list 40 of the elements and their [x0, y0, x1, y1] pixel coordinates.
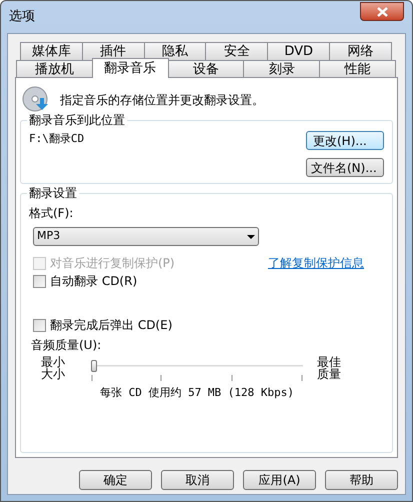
caret-icon: [247, 234, 255, 238]
tab[interactable]: 播放机: [16, 60, 93, 78]
tab[interactable]: 性能: [319, 60, 396, 78]
tab[interactable]: 媒体库: [20, 42, 83, 60]
group-title: 翻录设置: [27, 186, 79, 200]
quality-reading: 每张 CD 使用约 57 MB (128 Kbps): [98, 385, 296, 401]
max-label: 最佳 质量: [317, 356, 341, 380]
close-icon: [376, 6, 388, 16]
copy-protection-link[interactable]: 了解复制保护信息: [268, 254, 364, 272]
checkbox-label: 对音乐进行复制保护(P): [50, 255, 175, 272]
filename-button[interactable]: 文件名(N)...: [306, 158, 384, 177]
intro-text: 指定音乐的存储位置并更改翻录设置。: [60, 92, 264, 109]
cd-icon: [22, 86, 50, 114]
tab[interactable]: 隐私: [144, 42, 206, 60]
close-button[interactable]: [360, 2, 404, 21]
checkbox-label: 自动翻录 CD(R): [50, 273, 138, 290]
checkbox[interactable]: [33, 318, 46, 332]
folder-path: F:\翻录CD: [29, 131, 84, 147]
quality-slider[interactable]: [91, 360, 303, 372]
dropdown-value: MP3: [37, 228, 60, 244]
tab[interactable]: DVD: [267, 42, 330, 60]
tab[interactable]: 翻录音乐: [92, 58, 169, 78]
change-button[interactable]: 更改(H)...: [306, 131, 384, 150]
tab[interactable]: 刻录: [243, 60, 320, 78]
dialog-button[interactable]: 确定: [79, 470, 152, 490]
quality-label: 音频质量(U):: [31, 337, 102, 354]
dialog-button[interactable]: 应用(A): [243, 470, 316, 490]
slider-thumb[interactable]: [91, 360, 97, 372]
window-title: 选项: [9, 8, 35, 26]
group-title: 翻录音乐到此位置: [27, 113, 127, 127]
checkbox[interactable]: [33, 274, 46, 288]
checkbox-label: 翻录完成后弹出 CD(E): [50, 317, 172, 334]
min-label: 最小 大小: [41, 356, 66, 380]
tab[interactable]: 设备: [168, 60, 244, 78]
tab[interactable]: 安全: [205, 42, 268, 60]
dialog-button[interactable]: 帮助: [325, 470, 398, 490]
dialog-button[interactable]: 取消: [161, 470, 234, 490]
tab[interactable]: 网络: [329, 42, 392, 60]
format-label: 格式(F):: [29, 205, 74, 222]
format-dropdown[interactable]: MP3: [33, 227, 259, 246]
